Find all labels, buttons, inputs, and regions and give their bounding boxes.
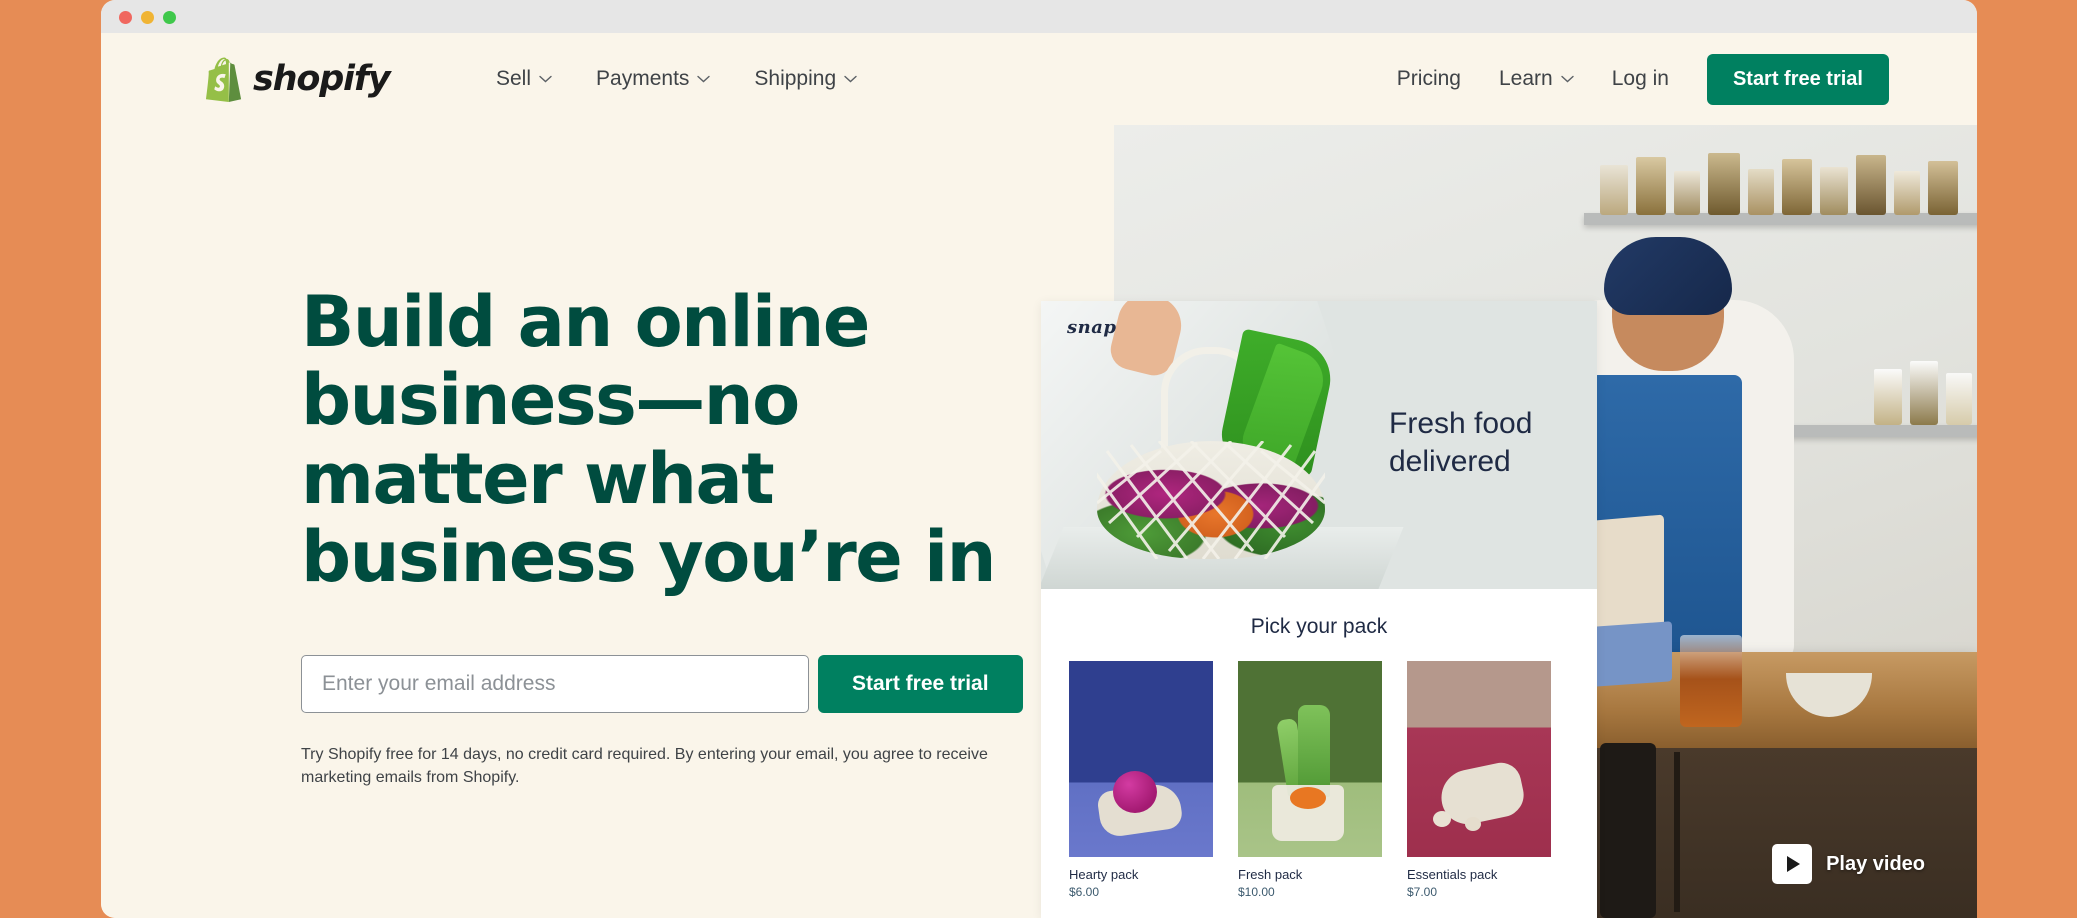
stool-post xyxy=(1674,752,1680,912)
person-headscarf xyxy=(1604,237,1732,315)
signup-form: Start free trial xyxy=(301,654,1081,713)
browser-window: shopify Sell Payments Shipping Pricing L… xyxy=(101,0,1977,918)
nav-item-sell-label: Sell xyxy=(496,67,532,90)
pantry-jar xyxy=(1748,169,1774,215)
nav-start-free-trial-button[interactable]: Start free trial xyxy=(1706,53,1889,105)
window-titlebar xyxy=(101,0,1977,33)
product-price: $6.00 xyxy=(1069,885,1100,899)
play-video-button[interactable]: Play video xyxy=(1772,844,1925,884)
site-navigation: shopify Sell Payments Shipping Pricing L… xyxy=(101,33,1977,125)
product-card[interactable]: Hearty pack $6.00 xyxy=(1069,661,1213,899)
product-image-fresh xyxy=(1238,661,1382,857)
shopify-logo[interactable]: shopify xyxy=(201,56,391,103)
product-grid: Hearty pack $6.00 Fresh pack $10.00 Esse… xyxy=(1041,661,1597,899)
chevron-down-icon xyxy=(1561,75,1574,83)
nav-item-shipping-label: Shipping xyxy=(754,67,837,90)
pantry-jar xyxy=(1600,165,1628,215)
product-price: $10.00 xyxy=(1238,885,1275,899)
play-video-label: Play video xyxy=(1826,852,1925,875)
product-image-essentials xyxy=(1407,661,1551,857)
page-title: Build an online business—no matter what … xyxy=(301,281,996,599)
product-card[interactable]: Essentials pack $7.00 xyxy=(1407,661,1551,899)
product-name: Hearty pack xyxy=(1069,867,1139,882)
produce-garlic xyxy=(1465,817,1481,831)
nav-item-pricing[interactable]: Pricing xyxy=(1397,67,1461,91)
store-preview-card: snap Fresh food delivered Pick your pack… xyxy=(1041,301,1597,918)
produce-celery xyxy=(1298,705,1330,797)
nav-item-sell[interactable]: Sell xyxy=(496,67,552,91)
email-input[interactable] xyxy=(301,654,809,713)
chevron-down-icon xyxy=(844,75,857,83)
play-icon xyxy=(1772,844,1813,884)
nav-left-group: Sell Payments Shipping xyxy=(496,33,857,125)
signup-disclaimer: Try Shopify free for 14 days, no credit … xyxy=(301,745,988,786)
mesh-produce-bag xyxy=(1097,441,1325,559)
pantry-jar xyxy=(1674,171,1700,215)
nav-item-payments[interactable]: Payments xyxy=(596,67,711,91)
nav-item-login[interactable]: Log in xyxy=(1612,67,1669,91)
hero-content: Build an online business—no matter what … xyxy=(301,283,1081,805)
produce-garlic xyxy=(1433,811,1451,827)
nav-right-group: Pricing Learn Log in Start free trial xyxy=(1397,33,1889,125)
nav-item-learn-label: Learn xyxy=(1499,67,1553,90)
store-banner: snap Fresh food delivered xyxy=(1041,301,1597,589)
minimize-window-button[interactable] xyxy=(141,11,154,24)
pick-your-pack-title: Pick your pack xyxy=(1250,615,1388,638)
hero-start-free-trial-button[interactable]: Start free trial xyxy=(818,654,1023,713)
pantry-jar xyxy=(1874,369,1902,425)
pantry-jar xyxy=(1946,373,1972,425)
product-card[interactable]: Fresh pack $10.00 xyxy=(1238,661,1382,899)
product-name: Essentials pack xyxy=(1407,867,1498,882)
produce-onion xyxy=(1113,771,1157,813)
pantry-jar xyxy=(1894,171,1920,215)
close-window-button[interactable] xyxy=(119,11,132,24)
store-body: Pick your pack Hearty pack $6.00 Fresh p… xyxy=(1041,589,1597,899)
banner-title: Fresh food delivered xyxy=(1389,407,1533,479)
pantry-jar xyxy=(1856,155,1886,215)
nav-item-learn[interactable]: Learn xyxy=(1499,67,1574,91)
shopify-wordmark: shopify xyxy=(253,59,391,99)
nav-item-shipping[interactable]: Shipping xyxy=(754,67,857,91)
produce-carrots xyxy=(1290,787,1326,809)
nav-item-login-label: Log in xyxy=(1611,67,1669,90)
product-name: Fresh pack xyxy=(1238,867,1303,882)
pantry-jar xyxy=(1928,161,1958,215)
person-leg-right xyxy=(1600,743,1656,918)
product-price: $7.00 xyxy=(1407,885,1438,899)
mesh-net-overlay xyxy=(1097,441,1325,559)
product-image-hearty xyxy=(1069,661,1213,857)
pantry-jar xyxy=(1708,153,1740,215)
nav-item-payments-label: Payments xyxy=(596,67,690,90)
counter-syrup-jar xyxy=(1680,635,1742,727)
maximize-window-button[interactable] xyxy=(163,11,176,24)
nav-item-pricing-label: Pricing xyxy=(1396,67,1461,90)
page-content: shopify Sell Payments Shipping Pricing L… xyxy=(101,33,1977,918)
pantry-jar xyxy=(1782,159,1812,215)
chevron-down-icon xyxy=(539,75,552,83)
pantry-jar xyxy=(1910,361,1938,425)
pantry-jar xyxy=(1636,157,1666,215)
pantry-jar xyxy=(1820,167,1848,215)
chevron-down-icon xyxy=(697,75,711,83)
traffic-lights xyxy=(119,11,176,24)
shopify-bag-icon xyxy=(206,57,242,102)
